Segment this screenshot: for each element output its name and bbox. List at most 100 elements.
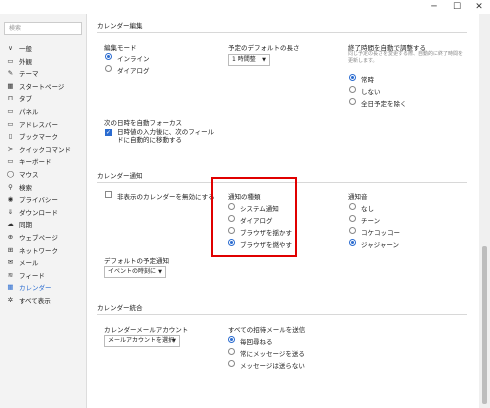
default-notify-label: デフォルトの予定通知 xyxy=(104,257,169,265)
sidebar-item-appearance[interactable]: ▭ 外観 xyxy=(0,55,86,67)
sidebar-item-start-page[interactable]: ▦ スタートページ xyxy=(0,80,86,92)
auto-end-never-radio[interactable] xyxy=(349,86,356,93)
calendar-icon: ▦ xyxy=(7,283,14,292)
sidebar-item-label: スタートページ xyxy=(19,82,65,91)
general-icon: ∨ xyxy=(8,44,13,52)
appearance-icon: ▭ xyxy=(7,56,14,65)
sidebar-item-label: テーマ xyxy=(19,70,39,79)
default-notify-select[interactable]: イベントの時刻に ▼ xyxy=(104,266,166,278)
quick-commands-icon: ≻ xyxy=(7,144,14,153)
sidebar-item-label: すべて表示 xyxy=(19,297,51,305)
auto-end-except-allday-radio[interactable] xyxy=(349,98,356,105)
start-page-icon: ▦ xyxy=(7,81,14,90)
chevron-down-icon: ▼ xyxy=(262,57,266,63)
sidebar-item-panel[interactable]: ▭ パネル xyxy=(0,105,86,117)
edit-mode-dialog-radio[interactable] xyxy=(105,65,112,72)
default-notify-value: イベントの時刻に xyxy=(108,268,157,275)
invite-never-radio[interactable] xyxy=(228,360,235,367)
sidebar-item-label: カレンダー xyxy=(19,284,52,293)
sidebar-item-label: ウェブページ xyxy=(19,234,58,242)
downloads-icon: ⇓ xyxy=(7,207,14,216)
auto-end-description: 同じ予定の長さを変更する際、自動的に終了時間を更新します。 xyxy=(348,51,464,64)
sidebar-item-bookmarks[interactable]: ▯ ブックマーク xyxy=(0,130,86,142)
focus-checkbox[interactable]: ✓ xyxy=(105,129,112,136)
sync-icon: ☁ xyxy=(7,220,14,229)
sidebar-item-label: 検索 xyxy=(19,183,32,192)
sidebar-item-label: クイックコマンド xyxy=(19,145,71,154)
sidebar-item-label: アドレスバー xyxy=(19,120,58,129)
sidebar-item-mail[interactable]: ✉ メール xyxy=(0,256,86,268)
focus-checkbox-label: 日時値の入力後に、次のフィールドに自動的に移動する xyxy=(117,128,215,144)
sidebar-item-webpages[interactable]: ⊕ ウェブページ xyxy=(0,231,86,243)
calendar-account-label: カレンダーメールアカウント xyxy=(104,326,189,334)
sound-jajaan-label: ジャジャーン xyxy=(361,241,400,249)
sidebar-item-quick-commands[interactable]: ≻ クイックコマンド xyxy=(0,143,86,155)
sidebar-item-label: プライバシー xyxy=(19,196,58,205)
minimize-button[interactable]: ─ xyxy=(423,0,445,14)
edit-mode-dialog-label: ダイアログ xyxy=(117,67,150,75)
invite-always-radio[interactable] xyxy=(228,348,235,355)
hidden-calendar-checkbox[interactable] xyxy=(105,191,112,198)
title-bar: ─ ☐ ✕ xyxy=(0,0,490,14)
sidebar-item-label: メール xyxy=(19,259,39,268)
focus-label: 次の日時を自動フォーカス xyxy=(104,119,182,127)
sidebar-item-general[interactable]: ∨ 一般 xyxy=(0,42,86,54)
divider xyxy=(97,314,467,315)
sidebar-item-network[interactable]: ⊞ ネットワーク xyxy=(0,244,86,256)
bookmarks-icon: ▯ xyxy=(8,132,13,141)
maximize-button[interactable]: ☐ xyxy=(446,0,468,14)
sidebar-item-label: ネットワーク xyxy=(19,246,58,255)
settings-search-input[interactable]: 検索 xyxy=(4,22,82,35)
privacy-icon: ◉ xyxy=(7,195,14,204)
sidebar-item-search[interactable]: ⚲ 検索 xyxy=(0,181,86,193)
default-length-select[interactable]: 1 時間整 ▼ xyxy=(228,54,270,66)
calendar-account-value: メールアカウントを選択 xyxy=(108,337,175,344)
sidebar-item-label: キーボード xyxy=(19,158,52,167)
sidebar-item-label: ダウンロード xyxy=(19,208,58,217)
sidebar-item-feeds[interactable]: ≋ フィード xyxy=(0,269,86,281)
sidebar-item-show-all[interactable]: ✲ すべて表示 xyxy=(0,294,86,306)
sidebar-item-theme[interactable]: ✎ テーマ xyxy=(0,67,86,79)
sidebar-item-downloads[interactable]: ⇓ ダウンロード xyxy=(0,206,86,218)
feeds-icon: ≋ xyxy=(7,270,14,279)
sound-none-radio[interactable] xyxy=(349,203,356,210)
sound-rooster-radio[interactable] xyxy=(349,227,356,234)
notify-sound-label: 通知音 xyxy=(348,193,368,201)
calendar-account-select[interactable]: メールアカウントを選択 ▼ xyxy=(104,335,180,347)
chevron-down-icon: ▼ xyxy=(172,338,176,344)
network-icon: ⊞ xyxy=(7,245,14,254)
keyboard-icon: ▭ xyxy=(7,157,14,166)
sidebar-item-tabs[interactable]: ⊓ タブ xyxy=(0,92,86,104)
chevron-down-icon: ▼ xyxy=(158,269,162,275)
sound-jajaan-radio[interactable] xyxy=(349,239,356,246)
scrollbar-thumb[interactable] xyxy=(482,246,487,404)
tabs-icon: ⊓ xyxy=(7,94,14,103)
close-button[interactable]: ✕ xyxy=(468,0,490,14)
search-icon: ⚲ xyxy=(8,182,13,191)
sidebar-item-address-bar[interactable]: ▭ アドレスバー xyxy=(0,118,86,130)
edit-mode-inline-label: インライン xyxy=(117,55,150,63)
sidebar-item-sync[interactable]: ☁ 同期 xyxy=(0,218,86,230)
sound-rooster-label: コケコッコー xyxy=(361,229,400,237)
invite-ask-label: 毎回尋ねる xyxy=(240,338,273,346)
sidebar-item-label: 一般 xyxy=(19,45,32,53)
sidebar-item-calendar[interactable]: ▦ カレンダー xyxy=(0,281,86,293)
sidebar-item-mouse[interactable]: ◯ マウス xyxy=(0,168,86,180)
sidebar-item-privacy[interactable]: ◉ プライバシー xyxy=(0,193,86,205)
panel-icon: ▭ xyxy=(7,107,14,115)
address-bar-icon: ▭ xyxy=(7,119,14,128)
sidebar-item-label: ブックマーク xyxy=(19,133,58,142)
sound-none-label: なし xyxy=(361,205,374,213)
invite-ask-radio[interactable] xyxy=(228,336,235,343)
auto-end-always-radio[interactable] xyxy=(349,74,356,81)
edit-mode-label: 編集モード xyxy=(104,44,137,52)
default-length-value: 1 時間整 xyxy=(232,56,256,63)
sidebar-item-keyboard[interactable]: ▭ キーボード xyxy=(0,155,86,167)
sound-chime-label: チーン xyxy=(361,217,381,225)
edit-mode-inline-radio[interactable] xyxy=(105,53,112,60)
sound-chime-radio[interactable] xyxy=(349,215,356,222)
mail-icon: ✉ xyxy=(7,258,14,267)
sidebar-item-label: タブ xyxy=(19,95,32,104)
show-all-icon: ✲ xyxy=(7,296,14,304)
hidden-calendar-label: 非表示のカレンダーを無効にする xyxy=(117,193,215,201)
